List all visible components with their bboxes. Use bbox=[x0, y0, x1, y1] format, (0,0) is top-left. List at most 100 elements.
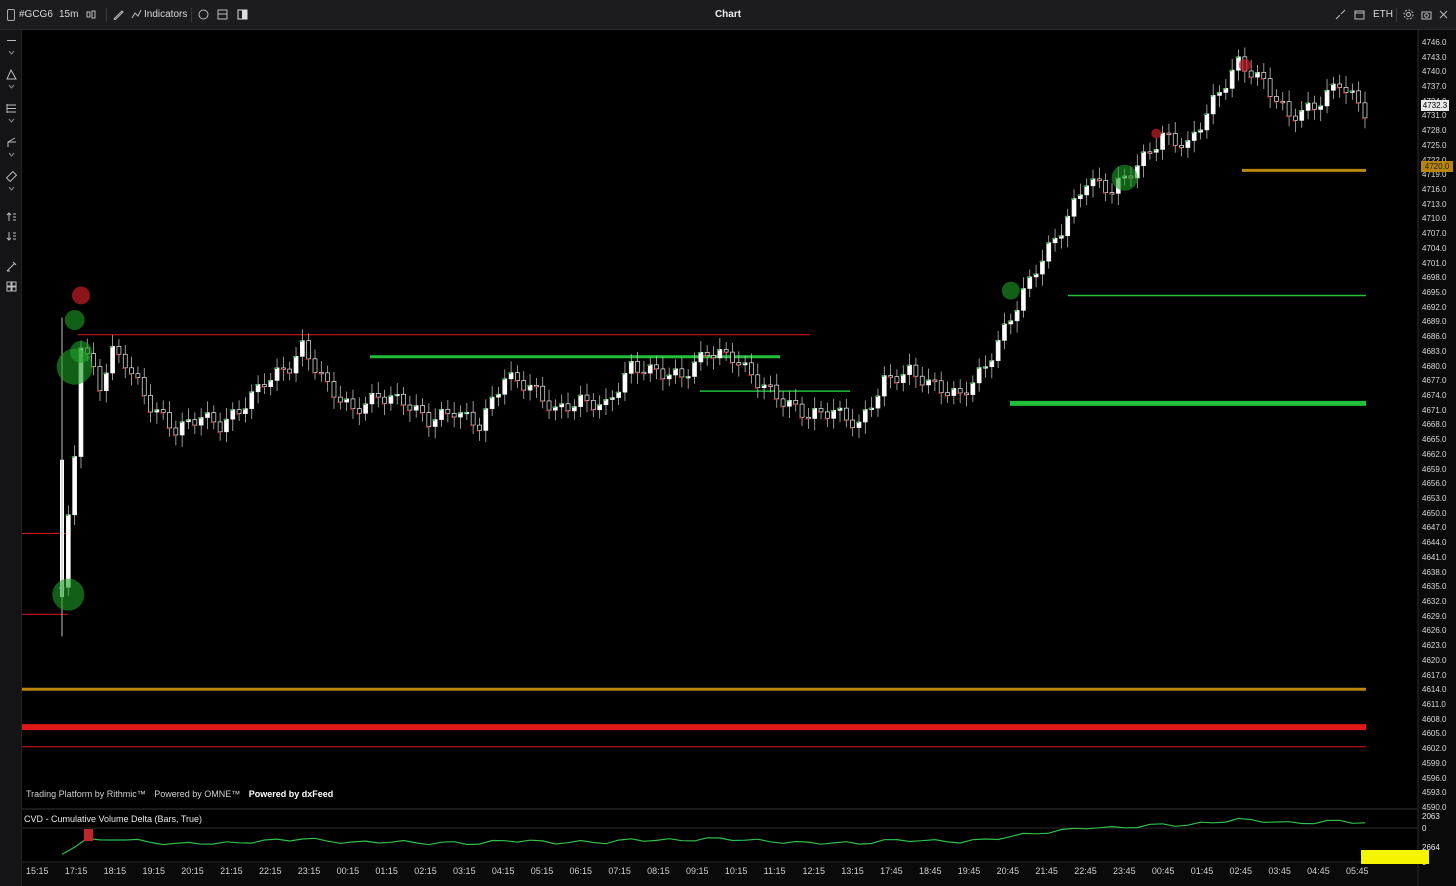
trading-chart-window: #GCG6 15m Indicators Chart ETH 4746.0 47… bbox=[0, 0, 1456, 886]
time-tick-label: 17:15 bbox=[64, 866, 88, 876]
price-tick-label: 4590.0 bbox=[1422, 803, 1447, 812]
candle-body bbox=[1299, 110, 1305, 121]
candle-body bbox=[850, 419, 856, 428]
candle-body bbox=[160, 409, 166, 413]
price-tick-label: 4689.0 bbox=[1422, 317, 1447, 327]
volume-bubble bbox=[69, 340, 92, 363]
candle-body bbox=[843, 407, 849, 421]
candle-body bbox=[407, 404, 413, 411]
chevron-down-icon[interactable] bbox=[5, 186, 18, 192]
time-tick-label: 10:15 bbox=[724, 866, 748, 876]
candle-body bbox=[1337, 83, 1343, 88]
close-icon[interactable] bbox=[1438, 9, 1449, 20]
short-position-icon[interactable] bbox=[5, 230, 18, 243]
layout-icon[interactable] bbox=[5, 280, 18, 293]
fib-icon[interactable] bbox=[5, 102, 18, 115]
price-tick-label: 4710.0 bbox=[1422, 214, 1447, 224]
volume-bubble bbox=[64, 310, 85, 331]
candle-body bbox=[148, 395, 153, 413]
candle-body bbox=[122, 353, 128, 369]
chevron-down-icon[interactable] bbox=[5, 152, 18, 158]
ruler-icon[interactable] bbox=[5, 170, 18, 183]
interval-selector[interactable]: 15m bbox=[59, 0, 78, 30]
calendar-icon[interactable] bbox=[1354, 9, 1365, 20]
toolbar-divider bbox=[191, 8, 192, 22]
price-tick-label: 4617.0 bbox=[1422, 670, 1447, 680]
dxfeed-logo: Powered by dxFeed bbox=[248, 789, 334, 799]
candle-body bbox=[679, 368, 685, 378]
clock-icon[interactable] bbox=[198, 9, 209, 20]
time-tick-label: 12:15 bbox=[802, 866, 825, 876]
settings-icon[interactable] bbox=[1403, 9, 1414, 20]
draw-icon[interactable] bbox=[113, 9, 124, 20]
time-tick-label: 23:15 bbox=[297, 866, 321, 876]
collapse-icon[interactable] bbox=[1335, 9, 1346, 20]
pitchfork-icon[interactable] bbox=[5, 136, 18, 149]
candle-body bbox=[331, 381, 337, 398]
candle-body bbox=[110, 346, 115, 374]
brush-icon[interactable] bbox=[5, 260, 18, 273]
time-tick-label: 02:45 bbox=[1229, 866, 1253, 876]
candle-body bbox=[173, 427, 179, 436]
crosshair-icon[interactable] bbox=[5, 34, 18, 47]
candle-body bbox=[249, 391, 255, 409]
candle-body bbox=[477, 424, 482, 431]
template-icon[interactable] bbox=[217, 9, 228, 20]
candle-body bbox=[167, 412, 172, 429]
volume-bubble bbox=[1111, 164, 1138, 191]
price-chart-canvas[interactable] bbox=[0, 0, 1456, 886]
candle-body bbox=[217, 421, 223, 433]
indicators-icon[interactable] bbox=[131, 9, 142, 20]
volume-bubble bbox=[1001, 281, 1020, 300]
price-tick-label: 4668.0 bbox=[1422, 420, 1447, 430]
time-tick-label: 13:15 bbox=[841, 866, 864, 876]
session-selector[interactable]: ETH bbox=[1373, 0, 1393, 30]
candle-body bbox=[957, 388, 963, 394]
candle-body bbox=[192, 419, 198, 426]
panel-icon[interactable] bbox=[237, 9, 248, 20]
candle-body bbox=[375, 392, 381, 398]
candle-body bbox=[812, 408, 818, 419]
indicators-button[interactable]: Indicators bbox=[144, 0, 187, 30]
cvd-indicator-label[interactable]: CVD - Cumulative Volume Delta (Bars, Tru… bbox=[24, 814, 202, 824]
symbol-selector[interactable]: #GCG6 bbox=[19, 0, 53, 30]
candle-body bbox=[698, 352, 704, 363]
candle-body bbox=[862, 409, 868, 423]
price-tick-label: 4632.0 bbox=[1422, 597, 1447, 606]
price-tick-label: 4740.0 bbox=[1422, 67, 1447, 77]
time-tick-label: 11:15 bbox=[763, 866, 786, 876]
chevron-down-icon[interactable] bbox=[5, 118, 18, 124]
candle-body bbox=[711, 355, 716, 359]
rithmic-logo: Trading Platform by Rithmic™ bbox=[26, 789, 146, 799]
time-tick-label: 06:15 bbox=[569, 866, 593, 876]
candle-type-icon[interactable] bbox=[86, 9, 97, 20]
candle-body bbox=[72, 456, 78, 516]
candle-body bbox=[622, 372, 628, 393]
trendline-icon[interactable] bbox=[5, 68, 18, 81]
last-price-marker: 4732.3 bbox=[1421, 100, 1449, 111]
cvd-scale-top: 2063 bbox=[1422, 812, 1440, 821]
candle-body bbox=[483, 408, 489, 431]
candle-body bbox=[1179, 144, 1184, 148]
gold-level-marker: 4720.0 bbox=[1421, 161, 1453, 172]
price-tick-label: 4602.0 bbox=[1422, 744, 1447, 754]
candle-body bbox=[635, 361, 640, 373]
candle-body bbox=[919, 375, 925, 386]
chevron-down-icon[interactable] bbox=[5, 84, 18, 90]
price-tick-label: 4713.0 bbox=[1422, 199, 1447, 209]
candle-body bbox=[426, 412, 432, 427]
candle-body bbox=[1065, 215, 1071, 236]
price-tick-label: 4677.0 bbox=[1422, 376, 1447, 386]
candle-body bbox=[749, 362, 754, 376]
candle-body bbox=[388, 395, 394, 404]
panel-toggle-icon[interactable] bbox=[7, 9, 15, 21]
long-position-icon[interactable] bbox=[5, 210, 18, 223]
screenshot-icon[interactable] bbox=[1421, 9, 1432, 20]
candle-body bbox=[230, 409, 236, 420]
candle-body bbox=[325, 372, 331, 382]
price-tick-label: 4674.0 bbox=[1422, 391, 1447, 401]
candle-body bbox=[293, 356, 299, 374]
chevron-down-icon[interactable] bbox=[5, 50, 18, 56]
time-tick-label: 18:45 bbox=[918, 866, 942, 876]
time-tick-label: 15:15 bbox=[26, 866, 49, 876]
